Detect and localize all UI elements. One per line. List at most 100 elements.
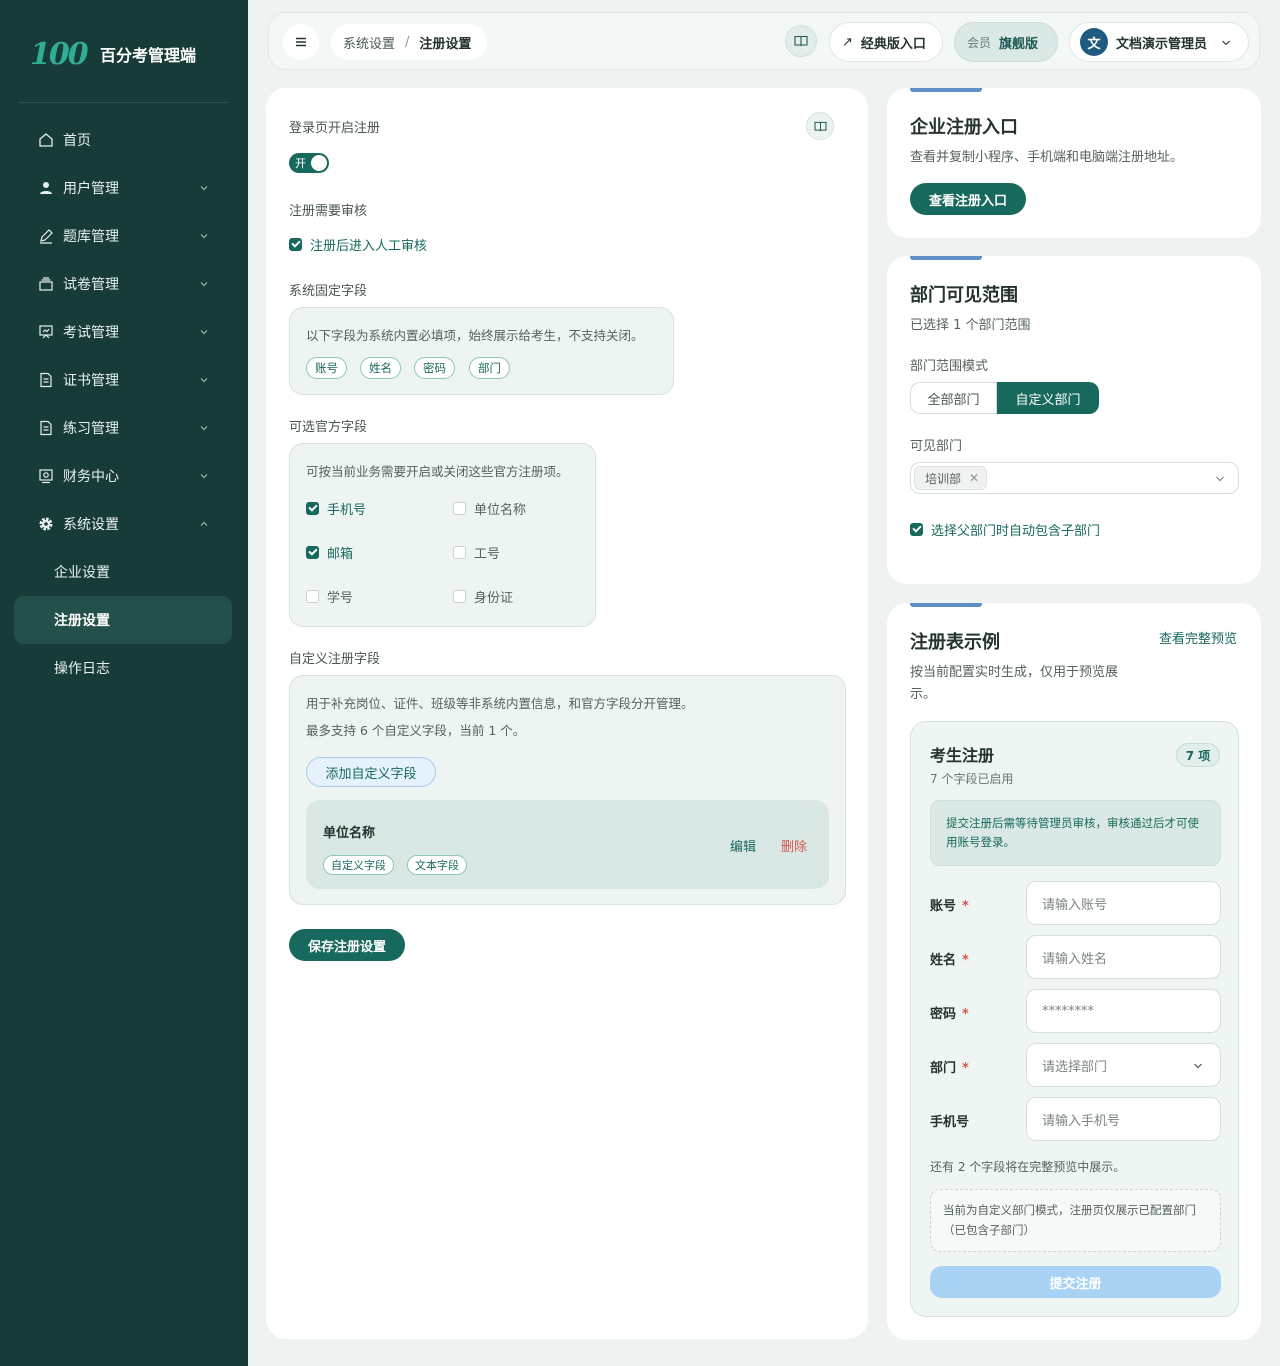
optional-field-phone[interactable]: 手机号 bbox=[306, 499, 366, 518]
account-input[interactable]: 请输入账号 bbox=[1026, 881, 1221, 925]
sidebar-item-practice[interactable]: 练习管理 bbox=[14, 404, 232, 452]
sidebar-item-label: 试卷管理 bbox=[63, 277, 119, 293]
label-text: 手机号 bbox=[930, 1115, 970, 1130]
field-label-account: 账号 * bbox=[930, 895, 969, 914]
submit-register-button[interactable]: 提交注册 bbox=[930, 1266, 1221, 1298]
optional-field-employee-id[interactable]: 工号 bbox=[453, 543, 500, 562]
field-label-phone: 手机号 bbox=[930, 1111, 969, 1130]
fixed-field-tag: 姓名 bbox=[360, 357, 401, 379]
option-label: 身份证 bbox=[474, 591, 514, 606]
chevron-down-icon bbox=[1194, 1063, 1202, 1069]
required-mark: * bbox=[962, 1007, 969, 1022]
breadcrumb-item[interactable]: 系统设置 bbox=[343, 33, 395, 52]
department-select[interactable]: 请选择部门 bbox=[1026, 1043, 1221, 1087]
review-checkbox[interactable] bbox=[289, 238, 302, 251]
review-notice: 提交注册后需等待管理员审核，审核通过后才可使用账号登录。 bbox=[930, 800, 1221, 866]
chevron-down-icon bbox=[200, 474, 208, 479]
edit-field-link[interactable]: 编辑 bbox=[730, 836, 756, 855]
sidebar-item-question-bank[interactable]: 题库管理 bbox=[14, 212, 232, 260]
arrow-up-right-icon: ↗ bbox=[842, 34, 853, 50]
save-register-settings-button[interactable]: 保存注册设置 bbox=[289, 929, 405, 961]
custom-fields-label: 自定义注册字段 bbox=[289, 652, 381, 667]
custom-field-name: 单位名称 bbox=[323, 826, 376, 841]
checkbox[interactable] bbox=[306, 546, 319, 559]
label-text: 密码 bbox=[930, 1007, 957, 1022]
optional-field-company[interactable]: 单位名称 bbox=[453, 499, 526, 518]
optional-field-email[interactable]: 邮箱 bbox=[306, 543, 353, 562]
optional-fields-desc: 可按当前业务需要开启或关闭这些官方注册项。 bbox=[306, 464, 569, 479]
toggle-text: 开 bbox=[295, 157, 306, 170]
form-title: 考生注册 bbox=[930, 746, 995, 765]
checkbox[interactable] bbox=[306, 590, 319, 603]
register-settings-card: 登录页开启注册 开 注册需要审核 注册后进入人工审核 系统固定字段 以下字段为系… bbox=[266, 88, 868, 1339]
sidebar-item-home[interactable]: 首页 bbox=[14, 116, 232, 164]
review-label: 注册需要审核 bbox=[289, 204, 368, 219]
fixed-fields-box: 以下字段为系统内置必填项，始终展示给考生，不支持关闭。 账号 姓名 密码 部门 bbox=[289, 307, 674, 395]
review-checkbox-label: 注册后进入人工审核 bbox=[310, 239, 428, 254]
optional-field-id-card[interactable]: 身份证 bbox=[453, 587, 513, 606]
custom-field-tag: 自定义字段 bbox=[323, 855, 394, 875]
checkbox[interactable] bbox=[453, 502, 466, 515]
chevron-up-icon bbox=[200, 521, 208, 526]
user-menu[interactable]: 文 文档演示管理员 bbox=[1069, 22, 1249, 62]
sidebar-item-certificates[interactable]: 证书管理 bbox=[14, 356, 232, 404]
sidebar-item-users[interactable]: 用户管理 bbox=[14, 164, 232, 212]
sidebar-item-exams[interactable]: 考试管理 bbox=[14, 308, 232, 356]
card-desc: 查看并复制小程序、手机端和电脑端注册地址。 bbox=[910, 150, 1184, 165]
visible-departments-select[interactable]: 培训部 ✕ bbox=[910, 462, 1239, 494]
field-count-badge: 7 项 bbox=[1176, 743, 1220, 767]
add-custom-field-button[interactable]: 添加自定义字段 bbox=[306, 757, 436, 787]
checkbox[interactable] bbox=[306, 502, 319, 515]
custom-field-type-tag: 文本字段 bbox=[407, 855, 467, 875]
sidebar-subitem-register-settings[interactable]: 注册设置 bbox=[14, 596, 232, 644]
book-icon bbox=[794, 35, 808, 47]
department-mode-segmented: 全部部门 自定义部门 bbox=[910, 382, 1099, 414]
view-register-entry-button[interactable]: 查看注册入口 bbox=[910, 183, 1026, 215]
member-badge[interactable]: 会员 旗舰版 bbox=[954, 22, 1058, 62]
paper-stack-icon bbox=[38, 276, 54, 292]
card-accent-bar bbox=[910, 603, 982, 607]
password-input[interactable]: ******** bbox=[1026, 989, 1221, 1033]
classic-entry-button[interactable]: ↗ 经典版入口 bbox=[829, 22, 943, 62]
menu-toggle-button[interactable] bbox=[283, 24, 319, 60]
sidebar-item-system-settings[interactable]: 系统设置 bbox=[14, 500, 232, 548]
review-checkbox-row[interactable]: 注册后进入人工审核 bbox=[289, 235, 427, 254]
label-text: 姓名 bbox=[930, 953, 957, 968]
sidebar-subitem-operation-log[interactable]: 操作日志 bbox=[14, 644, 232, 692]
mode-custom-option[interactable]: 自定义部门 bbox=[997, 382, 1099, 414]
option-label: 手机号 bbox=[327, 503, 367, 518]
option-label: 邮箱 bbox=[327, 547, 354, 562]
full-preview-link[interactable]: 查看完整预览 bbox=[1159, 628, 1237, 647]
classic-entry-label: 经典版入口 bbox=[860, 36, 926, 52]
include-children-row[interactable]: 选择父部门时自动包含子部门 bbox=[910, 520, 1100, 539]
name-input[interactable]: 请输入姓名 bbox=[1026, 935, 1221, 979]
docs-button[interactable] bbox=[785, 25, 817, 57]
optional-field-student-id[interactable]: 学号 bbox=[306, 587, 353, 606]
user-name: 文档演示管理员 bbox=[1116, 36, 1208, 52]
checkbox[interactable] bbox=[453, 590, 466, 603]
option-label: 单位名称 bbox=[474, 503, 527, 518]
checkbox[interactable] bbox=[453, 546, 466, 559]
field-label-name: 姓名 * bbox=[930, 949, 969, 968]
remove-chip-icon[interactable]: ✕ bbox=[969, 471, 979, 485]
sidebar: 100 百分考管理端 首页 用户管理 题库管理 试卷管理 考试管理 证书管理 练… bbox=[0, 0, 248, 1366]
phone-input[interactable]: 请输入手机号 bbox=[1026, 1097, 1221, 1141]
mode-all-option[interactable]: 全部部门 bbox=[910, 382, 997, 414]
fixed-fields-desc: 以下字段为系统内置必填项，始终展示给考生，不支持关闭。 bbox=[306, 328, 644, 343]
help-docs-button[interactable] bbox=[806, 112, 834, 140]
card-title: 注册表示例 bbox=[910, 632, 1000, 653]
sidebar-subitem-company-settings[interactable]: 企业设置 bbox=[14, 548, 232, 596]
brand[interactable]: 100 百分考管理端 bbox=[30, 32, 196, 76]
member-label: 会员 bbox=[967, 35, 992, 50]
register-preview-card: 注册表示例 查看完整预览 按当前配置实时生成，仅用于预览展 示。 考生注册 7 … bbox=[887, 603, 1261, 1340]
chip-label: 培训部 bbox=[925, 471, 962, 486]
delete-field-link[interactable]: 删除 bbox=[781, 836, 807, 855]
include-children-checkbox[interactable] bbox=[910, 523, 923, 536]
card-desc: 已选择 1 个部门范围 bbox=[910, 318, 1031, 333]
register-toggle[interactable]: 开 bbox=[289, 153, 329, 173]
sidebar-item-finance[interactable]: 财务中心 bbox=[14, 452, 232, 500]
field-label-department: 部门 * bbox=[930, 1057, 969, 1076]
sidebar-item-papers[interactable]: 试卷管理 bbox=[14, 260, 232, 308]
custom-fields-desc: 用于补充岗位、证件、班级等非系统内置信息，和官方字段分开管理。 bbox=[306, 696, 694, 711]
required-mark: * bbox=[962, 953, 969, 968]
